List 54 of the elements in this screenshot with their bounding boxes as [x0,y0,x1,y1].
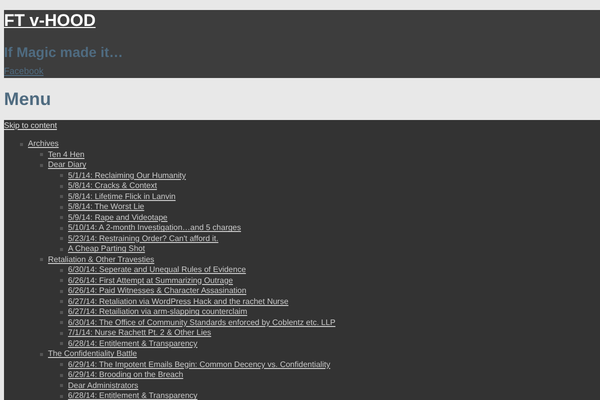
menu-link[interactable]: Retaliation & Other Travesties [48,254,154,265]
bullet-icon [60,321,63,324]
menu-link[interactable]: Dear Administrators [68,380,138,391]
bullet-icon [40,352,43,356]
bullet-icon [60,279,63,282]
menu-link[interactable]: 6/28/14: Entitlement & Transparency [68,391,198,400]
bullet-icon [60,290,63,293]
bullet-icon [60,174,63,178]
bullet-icon [60,300,63,304]
bullet-icon [60,184,63,188]
menu-link[interactable]: Archives [28,139,59,150]
bullet-icon [60,206,63,209]
menu-link[interactable]: 6/30/14: The Office of Community Standards enforced by Coblentz etc. LLP [68,318,336,328]
bullet-icon [60,374,63,377]
menu-link[interactable]: 6/26/14: Paid Witnesses & Character Assasination [68,286,246,296]
site-title[interactable]: FT v-HOOD [4,11,96,31]
menu-link[interactable]: 5/9/14: Rape and Videotape [68,212,168,223]
skip-link[interactable]: Skip to content [4,121,57,131]
menu-link[interactable]: Dear Diary [48,160,86,170]
menu-link[interactable]: 6/30/14: Seperate and Unequal Rules of Evidence [68,265,246,276]
bullet-icon [60,310,63,314]
menu-heading: Menu [4,88,52,110]
menu-link[interactable]: 5/1/14: Reclaiming Our Humanity [68,170,186,181]
menu-link[interactable]: A Cheap Parting Shot [68,244,145,254]
bullet-icon [60,384,63,388]
bullet-icon [40,164,43,167]
bullet-icon [60,363,63,366]
menu-link[interactable]: 6/27/14: Retaliation via WordPress Hack and the rachet Nurse [68,296,288,307]
menu-link[interactable]: 5/23/14: Restraining Order? Can't afford it. [68,234,218,244]
bullet-icon [20,142,23,146]
site-tagline: If Magic made it… [4,44,124,60]
menu-link[interactable]: 5/8/14: The Worst Lie [68,202,144,212]
menu-link[interactable]: 5/8/14: Cracks & Context [68,181,157,192]
menu-link[interactable]: 5/10/14: A 2-month Investigation…and 5 charges [68,223,242,234]
bullet-icon [60,195,63,198]
bullet-icon [60,216,63,220]
bullet-icon [60,394,63,398]
bullet-icon [60,332,63,335]
menu-link[interactable]: 5/8/14: Lifetime Flick in Lanvin [68,192,176,202]
bullet-icon [60,237,63,240]
bullet-icon [60,268,63,272]
menu-link[interactable]: 6/26/14: First Attempt at Summarizing Outrage [68,276,233,286]
menu-link[interactable]: The Confidentiality Battle [48,349,137,360]
menu-link[interactable]: 7/1/14: Nurse Rachett Pt. 2 & Other Lies [68,328,212,338]
menu-link[interactable]: 6/29/14: Brooding on the Breach [68,370,184,380]
bullet-icon [60,248,63,251]
bullet-icon [60,342,63,346]
menu-link[interactable]: 6/29/14: The Impotent Emails Begin: Common Decency vs. Confidentiality [68,360,330,370]
menu-link[interactable]: Ten 4 Hen [48,150,84,160]
bullet-icon [60,226,63,230]
bullet-icon [40,153,43,156]
menu-link[interactable]: 6/28/14: Entitlement & Transparency [68,338,198,349]
bullet-icon [40,258,43,262]
menu-link[interactable]: 6/27/14: Retailiation via arm-slapping counterclaim [68,307,248,318]
